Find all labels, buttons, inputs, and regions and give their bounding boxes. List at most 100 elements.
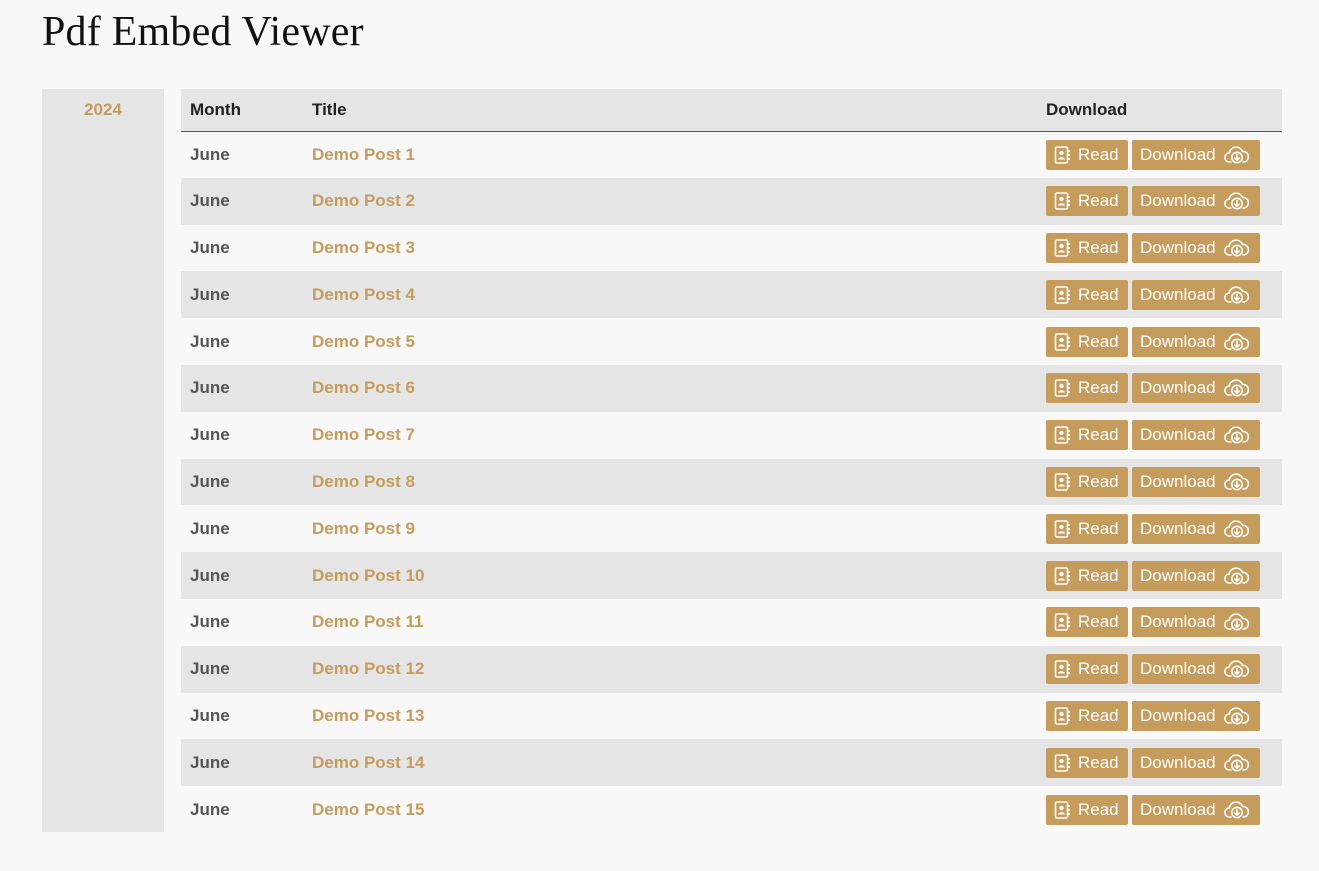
contact-book-icon (1054, 707, 1070, 725)
row-title-cell: Demo Post 7 (303, 412, 1037, 459)
download-button[interactable]: Download (1132, 232, 1260, 263)
post-title-link[interactable]: Demo Post 1 (312, 145, 415, 164)
download-button[interactable]: Download (1132, 279, 1260, 310)
contact-book-icon (1054, 239, 1070, 257)
post-title-link[interactable]: Demo Post 10 (312, 566, 424, 585)
read-button[interactable]: Read (1046, 794, 1128, 825)
read-button-label: Read (1078, 425, 1119, 445)
year-tab-2024[interactable]: 2024 (42, 100, 164, 120)
row-actions: Read Download (1037, 786, 1282, 833)
row-title-cell: Demo Post 8 (303, 459, 1037, 506)
download-button-label: Download (1140, 518, 1216, 538)
row-month: June (190, 144, 230, 164)
row-actions: Read Download (1037, 739, 1282, 786)
read-button-label: Read (1078, 378, 1119, 398)
read-button[interactable]: Read (1046, 700, 1128, 731)
row-actions: Read Download (1037, 412, 1282, 459)
post-title-link[interactable]: Demo Post 14 (312, 753, 424, 772)
read-button[interactable]: Read (1046, 513, 1128, 544)
table-row: June Demo Post 15 Read Download (181, 786, 1282, 833)
row-actions: Read Download (1037, 599, 1282, 646)
row-month: June (190, 659, 230, 679)
cloud-download-icon (1223, 239, 1249, 257)
post-title-link[interactable]: Demo Post 11 (312, 612, 424, 631)
read-button[interactable]: Read (1046, 420, 1128, 451)
read-button-label: Read (1078, 471, 1119, 491)
read-button[interactable]: Read (1046, 139, 1128, 170)
row-title-cell: Demo Post 4 (303, 271, 1037, 318)
post-title-link[interactable]: Demo Post 15 (312, 800, 424, 819)
read-button[interactable]: Read (1046, 607, 1128, 638)
download-button[interactable]: Download (1132, 513, 1260, 544)
row-title-cell: Demo Post 6 (303, 365, 1037, 412)
post-title-link[interactable]: Demo Post 7 (312, 425, 415, 444)
post-title-link[interactable]: Demo Post 9 (312, 519, 415, 538)
read-button-label: Read (1078, 518, 1119, 538)
read-button-label: Read (1078, 284, 1119, 304)
read-button-label: Read (1078, 799, 1119, 819)
row-actions: Read Download (1037, 318, 1282, 365)
download-button[interactable]: Download (1132, 186, 1260, 217)
post-title-link[interactable]: Demo Post 8 (312, 472, 415, 491)
download-button[interactable]: Download (1132, 560, 1260, 591)
table-row: June Demo Post 14 Read Download (181, 739, 1282, 787)
cloud-download-icon (1223, 660, 1249, 678)
download-button-label: Download (1140, 191, 1216, 211)
contact-book-icon (1054, 426, 1070, 444)
row-month: June (190, 471, 230, 491)
read-button[interactable]: Read (1046, 232, 1128, 263)
column-header-title: Title (312, 99, 347, 119)
read-button[interactable]: Read (1046, 747, 1128, 778)
cloud-download-icon (1223, 145, 1249, 164)
read-button-label: Read (1078, 237, 1119, 257)
column-header-download: Download (1046, 99, 1128, 119)
row-title-cell: Demo Post 1 (303, 131, 1037, 178)
contact-book-icon (1054, 145, 1070, 164)
post-title-link[interactable]: Demo Post 13 (312, 706, 424, 725)
table-row: June Demo Post 11 Read Download (181, 598, 1282, 646)
read-button[interactable]: Read (1046, 373, 1128, 404)
table-row: June Demo Post 4 Read Download (181, 271, 1282, 319)
cloud-download-icon (1223, 707, 1249, 725)
read-button[interactable]: Read (1046, 279, 1128, 310)
contact-book-icon (1054, 285, 1070, 304)
table-row: June Demo Post 13 Read Download (181, 692, 1282, 740)
row-title-cell: Demo Post 5 (303, 318, 1037, 365)
download-button[interactable]: Download (1132, 139, 1260, 170)
download-button[interactable]: Download (1132, 326, 1260, 357)
download-button-label: Download (1140, 425, 1216, 445)
post-title-link[interactable]: Demo Post 3 (312, 238, 415, 257)
table-row: June Demo Post 1 Read Download (181, 131, 1282, 178)
post-title-link[interactable]: Demo Post 5 (312, 332, 415, 351)
post-title-link[interactable]: Demo Post 12 (312, 659, 424, 678)
read-button[interactable]: Read (1046, 560, 1128, 591)
download-button[interactable]: Download (1132, 466, 1260, 497)
download-button[interactable]: Download (1132, 700, 1260, 731)
read-button[interactable]: Read (1046, 466, 1128, 497)
row-actions: Read Download (1037, 178, 1282, 225)
cloud-download-icon (1223, 520, 1249, 538)
download-button-label: Download (1140, 659, 1216, 679)
cloud-download-icon (1223, 754, 1249, 772)
contact-book-icon (1054, 753, 1070, 772)
read-button[interactable]: Read (1046, 326, 1128, 357)
read-button-label: Read (1078, 659, 1119, 679)
cloud-download-icon (1223, 800, 1249, 819)
cloud-download-icon (1223, 473, 1249, 491)
download-button[interactable]: Download (1132, 420, 1260, 451)
post-title-link[interactable]: Demo Post 4 (312, 285, 415, 304)
download-button[interactable]: Download (1132, 747, 1260, 778)
download-button[interactable]: Download (1132, 654, 1260, 685)
download-button[interactable]: Download (1132, 794, 1260, 825)
read-button[interactable]: Read (1046, 654, 1128, 685)
download-button[interactable]: Download (1132, 373, 1260, 404)
row-month: June (190, 378, 230, 398)
row-actions: Read Download (1037, 646, 1282, 693)
post-title-link[interactable]: Demo Post 2 (312, 191, 415, 210)
post-title-link[interactable]: Demo Post 6 (312, 378, 415, 397)
read-button[interactable]: Read (1046, 186, 1128, 217)
contact-book-icon (1054, 519, 1070, 538)
download-button[interactable]: Download (1132, 607, 1260, 638)
download-button-label: Download (1140, 331, 1216, 351)
row-actions: Read Download (1037, 271, 1282, 318)
